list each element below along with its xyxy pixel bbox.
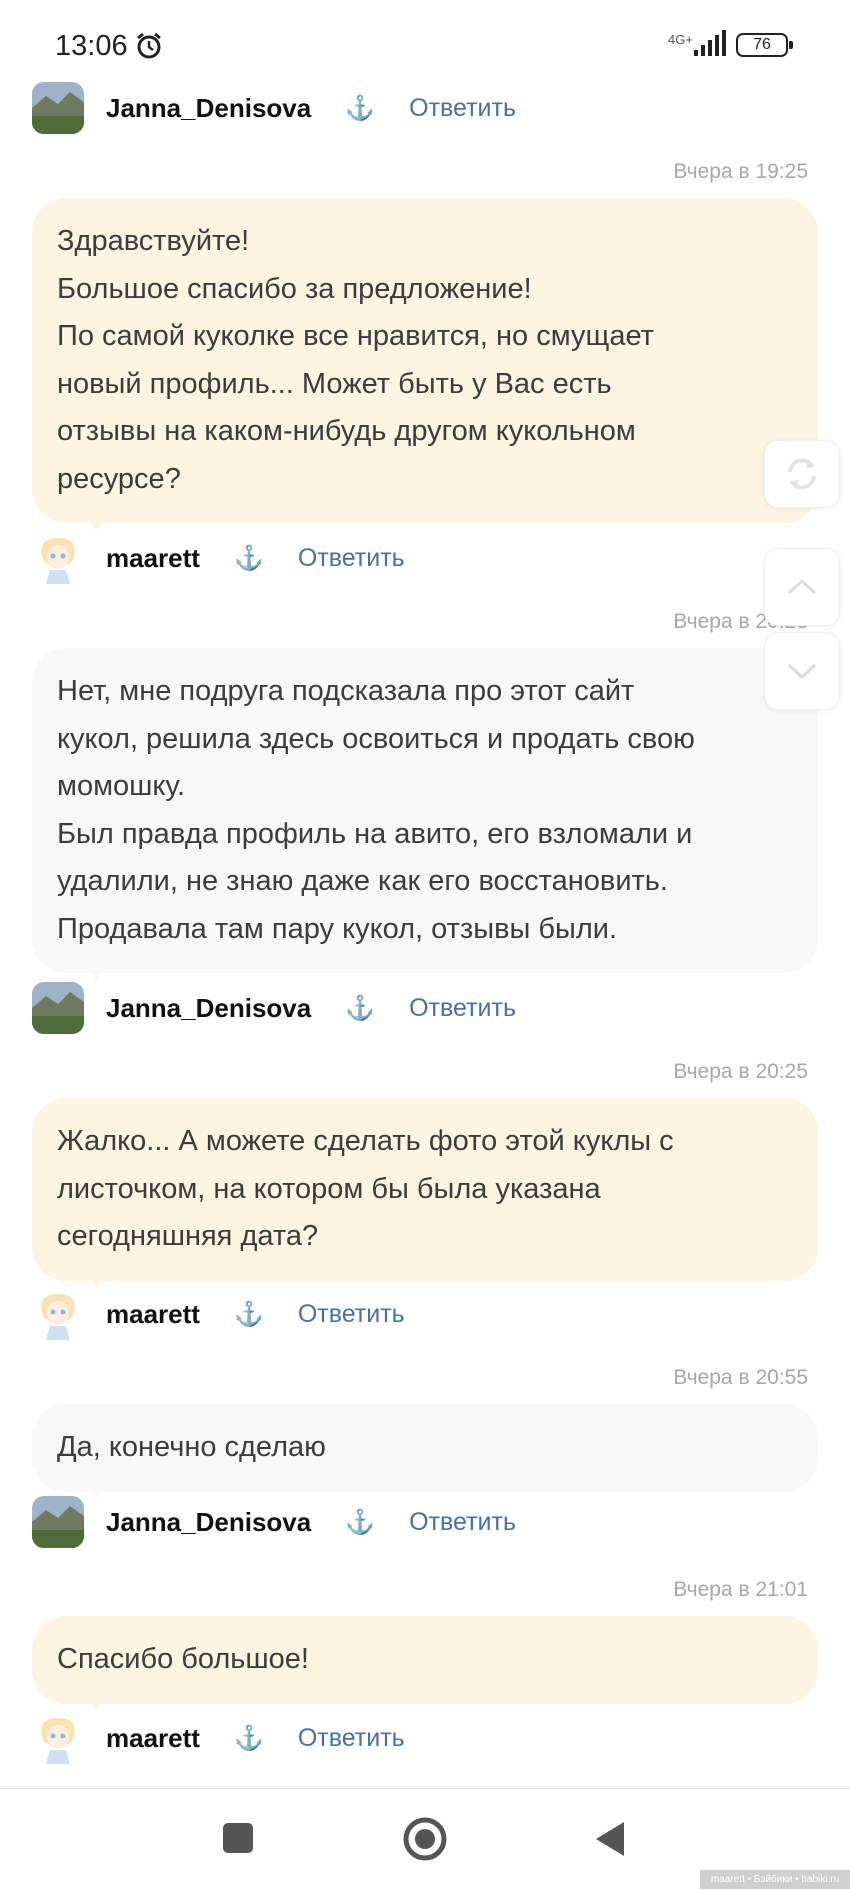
triangle-back-icon[interactable] — [594, 1820, 626, 1858]
avatar[interactable] — [32, 1712, 84, 1764]
alarm-icon — [137, 32, 161, 59]
scroll-up-button[interactable] — [764, 548, 840, 626]
message-bubble: Спасибо большое! — [32, 1616, 818, 1704]
avatar[interactable] — [32, 1288, 84, 1340]
comment-author-row: maarett ⚓ Ответить — [32, 1286, 405, 1342]
watermark: maarett • Бэйбики • babiki.ru — [700, 1870, 850, 1889]
anchor-icon[interactable]: ⚓ — [345, 1508, 375, 1537]
message-line: новый профиль... Может быть у Вас есть — [57, 367, 612, 400]
reply-button[interactable]: Ответить — [409, 1508, 516, 1537]
author-name[interactable]: Janna_Denisova — [106, 1507, 311, 1538]
message-line: удалили, не знаю даже как его восстанови… — [57, 865, 668, 897]
battery-indicator: 76 — [736, 33, 793, 57]
message-line: Был правда профиль на авито, его взломал… — [57, 817, 693, 850]
bubble-tail — [86, 518, 106, 530]
anchor-icon[interactable]: ⚓ — [345, 94, 375, 123]
message-line: кукол, решила здесь освоиться и продать … — [57, 722, 695, 755]
message-bubble: Нет, мне подруга подсказала про этот сай… — [32, 648, 818, 973]
author-name[interactable]: maarett — [106, 1299, 200, 1330]
message-timestamp: Вчера в 19:25 — [673, 160, 808, 183]
comment-author-row: Janna_Denisova ⚓ Ответить — [32, 80, 516, 136]
message-line: ресурсе? — [57, 462, 181, 495]
avatar[interactable] — [32, 1496, 84, 1548]
comment-author-row: Janna_Denisova ⚓ Ответить — [32, 1494, 516, 1550]
author-name[interactable]: Janna_Denisova — [106, 993, 311, 1024]
message-line: момошку. — [57, 770, 186, 802]
anchor-icon[interactable]: ⚓ — [234, 1724, 264, 1753]
message-bubble: Здравствуйте! Большое спасибо за предлож… — [32, 198, 818, 523]
chevron-down-icon — [787, 663, 817, 680]
circle-icon[interactable] — [402, 1816, 448, 1862]
message-line: По самой куколке все нравится, но смущае… — [57, 320, 654, 352]
author-name[interactable]: maarett — [106, 543, 200, 574]
avatar[interactable] — [32, 532, 84, 584]
avatar[interactable] — [32, 982, 84, 1034]
comment-author-row: maarett ⚓ Ответить — [32, 530, 405, 586]
message-line: Спасибо большое! — [57, 1643, 309, 1675]
message-line: Здравствуйте! — [57, 225, 250, 257]
message-line: Жалко... А можете сделать фото этой кукл… — [57, 1125, 674, 1157]
comment-author-row: Janna_Denisova ⚓ Ответить — [32, 980, 516, 1036]
reply-button[interactable]: Ответить — [298, 544, 405, 573]
signal-icon — [694, 30, 726, 56]
anchor-icon[interactable]: ⚓ — [345, 994, 375, 1023]
message-timestamp: Вчера в 21:01 — [673, 1578, 808, 1601]
author-name[interactable]: Janna_Denisova — [106, 93, 311, 124]
anchor-icon[interactable]: ⚓ — [234, 544, 264, 573]
author-name[interactable]: maarett — [106, 1723, 200, 1754]
message-line: Продавала там пару кукол, отзывы были. — [57, 912, 618, 945]
message-bubble: Жалко... А можете сделать фото этой кукл… — [32, 1098, 818, 1281]
status-bar: 13:06 4G+ 76 — [0, 0, 850, 70]
reply-button[interactable]: Ответить — [298, 1724, 405, 1753]
message-bubble: Да, конечно сделаю — [32, 1404, 818, 1492]
clock: 13:06 — [55, 30, 128, 62]
refresh-button[interactable] — [764, 440, 840, 508]
message-timestamp: Вчера в 20:25 — [673, 1060, 808, 1083]
anchor-icon[interactable]: ⚓ — [234, 1300, 264, 1329]
scroll-down-button[interactable] — [764, 632, 840, 710]
message-timestamp: Вчера в 20:55 — [673, 1366, 808, 1389]
message-line: отзывы на каком-нибудь другом кукольном — [57, 415, 636, 447]
avatar[interactable] — [32, 82, 84, 134]
comment-feed[interactable]: Janna_Denisova ⚓ Ответить Вчера в 19:25 … — [0, 70, 850, 1788]
reply-button[interactable]: Ответить — [409, 94, 516, 123]
comment-author-row: maarett ⚓ Ответить — [32, 1710, 405, 1766]
refresh-icon — [788, 458, 816, 490]
message-line: листочком, на котором бы была указана — [57, 1172, 601, 1205]
square-icon[interactable] — [222, 1822, 254, 1854]
message-line: Нет, мне подруга подсказала про этот сай… — [57, 675, 635, 707]
network-type: 4G+ — [668, 32, 693, 47]
reply-button[interactable]: Ответить — [409, 994, 516, 1023]
bubble-tail — [86, 968, 106, 980]
message-line: Большое спасибо за предложение! — [57, 272, 532, 305]
message-line: Да, конечно сделаю — [57, 1431, 326, 1463]
message-line: сегодняшняя дата? — [57, 1220, 319, 1252]
chevron-up-icon — [787, 578, 817, 595]
reply-button[interactable]: Ответить — [298, 1300, 405, 1329]
bubble-tail — [86, 1698, 106, 1710]
